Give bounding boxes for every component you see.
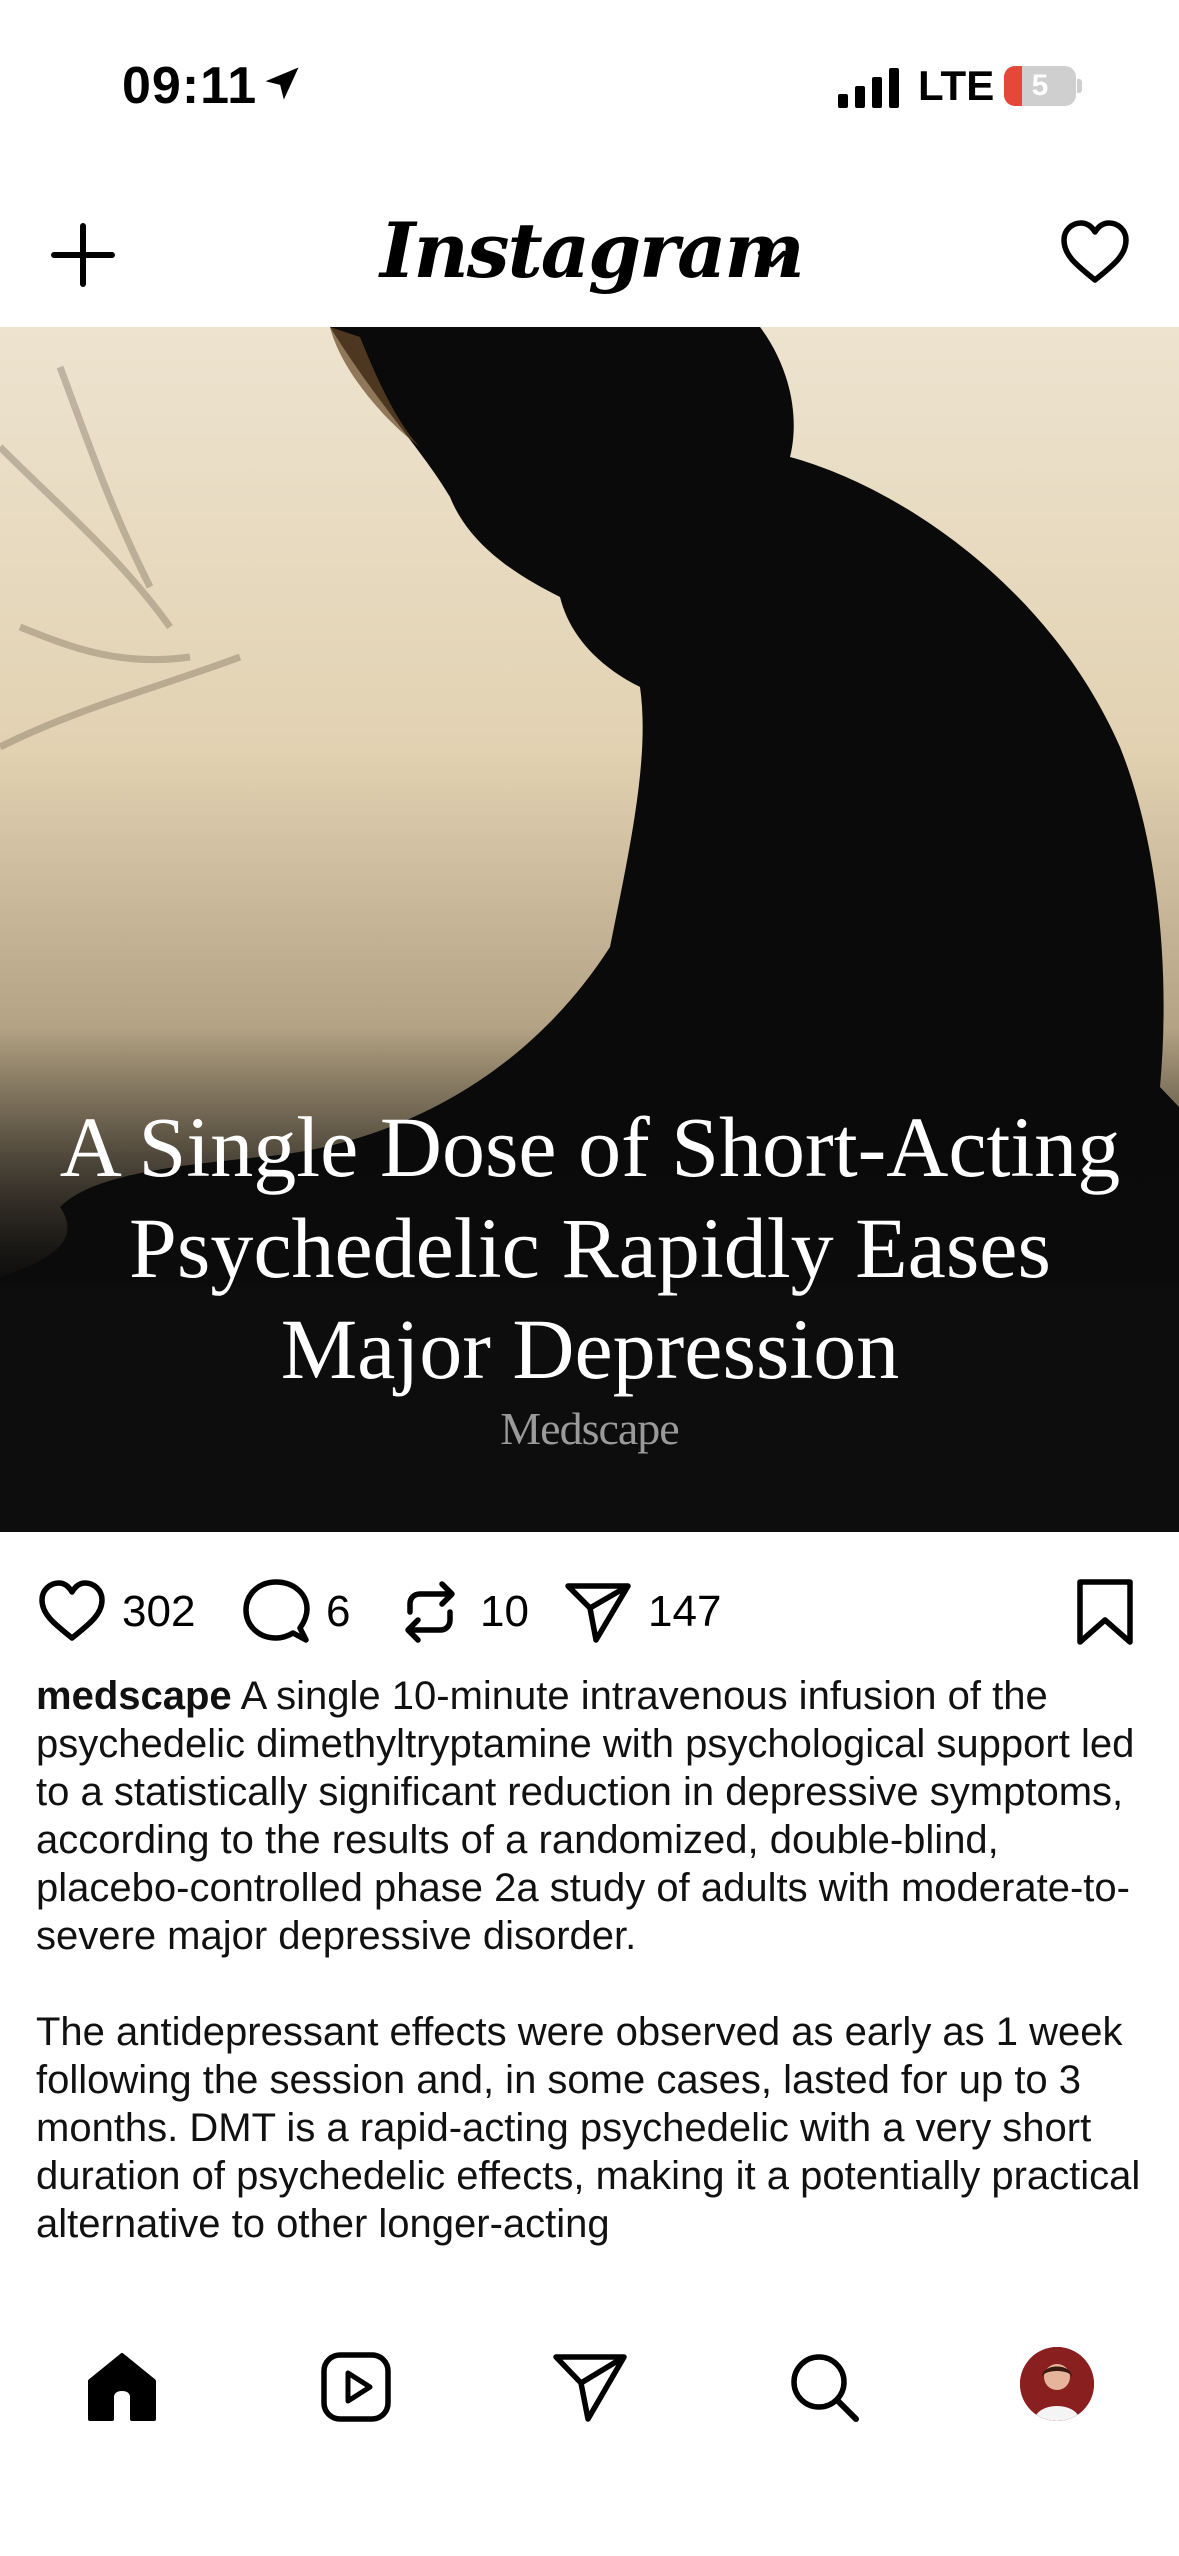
send-icon[interactable] — [550, 2347, 630, 2427]
reels-icon[interactable] — [316, 2347, 396, 2427]
profile-avatar[interactable] — [1020, 2347, 1094, 2421]
home-icon[interactable] — [82, 2347, 162, 2427]
post-caption: medscape A single 10-minute intravenous … — [36, 1672, 1146, 2296]
search-icon[interactable] — [784, 2347, 864, 2427]
bottom-tab-bar — [0, 2305, 1179, 2556]
caption-username[interactable]: medscape — [36, 1674, 232, 1718]
caption-paragraph-1: medscape A single 10-minute intravenous … — [36, 1672, 1146, 1960]
caption-clip: medscape A single 10-minute intravenous … — [0, 0, 1179, 2305]
caption-paragraph-2: The antidepressant effects were observed… — [36, 2010, 1141, 2246]
